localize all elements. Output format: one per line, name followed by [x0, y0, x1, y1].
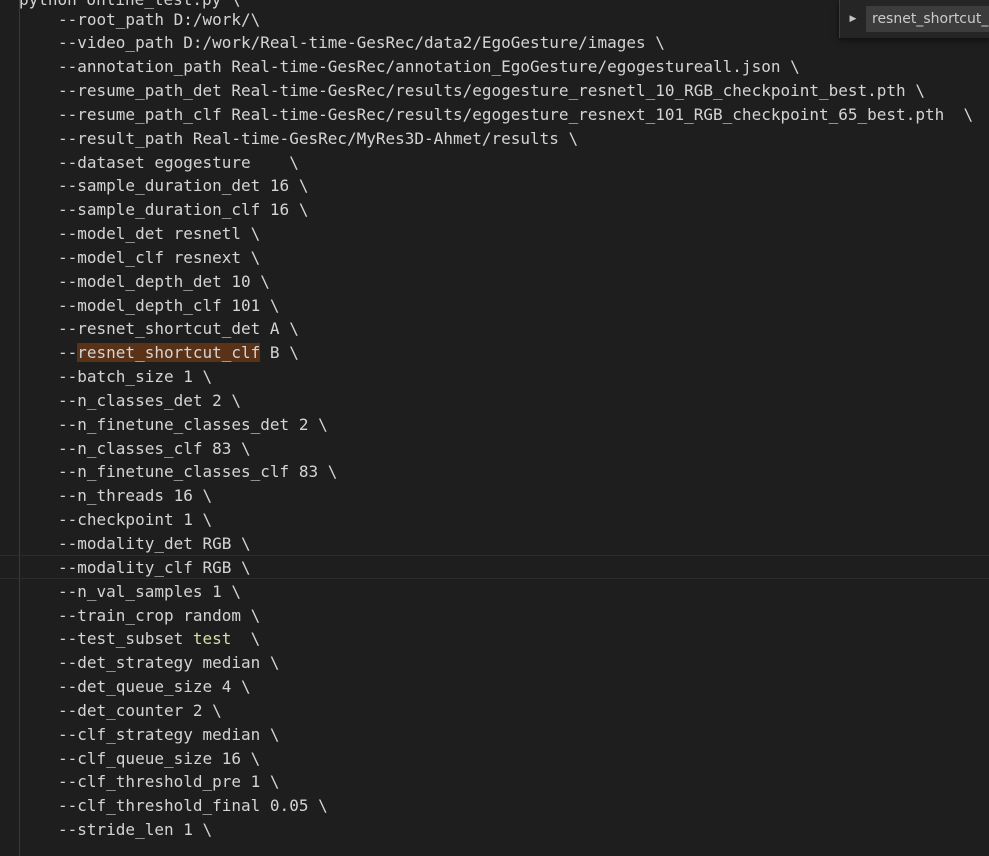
code-line[interactable]: --sample_duration_det 16 \: [0, 174, 989, 198]
code-line-text: --dataset egogesture \: [58, 152, 299, 172]
code-line-text: --det_queue_size 4 \: [58, 677, 251, 697]
code-line-text: --video_path D:/work/Real-time-GesRec/da…: [58, 33, 665, 53]
code-line[interactable]: --resume_path_det Real-time-GesRec/resul…: [0, 79, 989, 103]
code-line-text: --n_finetune_classes_clf 83 \: [58, 462, 338, 482]
code-line-text: --clf_strategy median \: [58, 724, 280, 744]
code-line[interactable]: --clf_strategy median \: [0, 723, 989, 747]
code-line-text: --resnet_shortcut_clf B \: [58, 343, 299, 363]
code-line[interactable]: --clf_threshold_final 0.05 \: [0, 794, 989, 818]
code-line-text: --modality_clf RGB \: [58, 557, 251, 577]
code-line[interactable]: --n_val_samples 1 \: [0, 580, 989, 604]
code-line-text: --det_counter 2 \: [58, 700, 222, 720]
code-line[interactable]: --n_classes_clf 83 \: [0, 437, 989, 461]
code-line-text: --batch_size 1 \: [58, 367, 213, 387]
keyword-token: test: [192, 629, 232, 649]
chevron-right-icon[interactable]: ▶: [842, 0, 864, 38]
code-line-text: --model_clf resnext \: [58, 247, 261, 267]
code-line-text: --clf_threshold_pre 1 \: [58, 772, 280, 792]
code-line-text: --result_path Real-time-GesRec/MyRes3D-A…: [58, 128, 579, 148]
code-line[interactable]: --clf_threshold_pre 1 \: [0, 770, 989, 794]
code-line[interactable]: --clf_queue_size 16 \: [0, 747, 989, 771]
code-line-text: --clf_queue_size 16 \: [58, 748, 261, 768]
code-line[interactable]: --n_finetune_classes_clf 83 \: [0, 460, 989, 484]
code-line[interactable]: --annotation_path Real-time-GesRec/annot…: [0, 55, 989, 79]
find-input[interactable]: [866, 6, 989, 32]
code-line[interactable]: --resnet_shortcut_det A \: [0, 317, 989, 341]
code-line-text: --n_val_samples 1 \: [58, 581, 242, 601]
code-line-text: --modality_det RGB \: [58, 533, 251, 553]
code-line[interactable]: --batch_size 1 \: [0, 365, 989, 389]
code-line-text: --resume_path_clf Real-time-GesRec/resul…: [58, 104, 974, 124]
code-line[interactable]: --checkpoint 1 \: [0, 508, 989, 532]
code-line-text: --sample_duration_clf 16 \: [58, 200, 309, 220]
code-line-text: --sample_duration_det 16 \: [58, 176, 309, 196]
find-widget: ▶: [839, 0, 989, 38]
code-line-text: --det_strategy median \: [58, 653, 280, 673]
code-line-text: --n_threads 16 \: [58, 486, 213, 506]
code-line-text: --model_det resnetl \: [58, 224, 261, 244]
code-line[interactable]: --model_clf resnext \: [0, 246, 989, 270]
code-editor[interactable]: python online_test.py \ --root_path D:/w…: [0, 0, 989, 856]
code-line[interactable]: --train_crop random \: [0, 604, 989, 628]
code-line-text: --model_depth_clf 101 \: [58, 295, 280, 315]
code-line-text: --clf_threshold_final 0.05 \: [58, 796, 328, 816]
code-line[interactable]: --det_strategy median \: [0, 651, 989, 675]
code-line-text: --resnet_shortcut_det A \: [58, 319, 299, 339]
code-line-text: --root_path D:/work/\: [58, 9, 261, 29]
code-line[interactable]: --dataset egogesture \: [0, 151, 989, 175]
code-line[interactable]: --model_depth_clf 101 \: [0, 294, 989, 318]
code-line-text: --annotation_path Real-time-GesRec/annot…: [58, 57, 800, 77]
code-line-text: --model_depth_det 10 \: [58, 271, 270, 291]
code-line[interactable]: --det_counter 2 \: [0, 699, 989, 723]
code-line[interactable]: --n_threads 16 \: [0, 484, 989, 508]
code-line[interactable]: --resnet_shortcut_clf B \: [0, 341, 989, 365]
code-line-text: --resume_path_det Real-time-GesRec/resul…: [58, 81, 925, 101]
code-line[interactable]: --n_classes_det 2 \: [0, 389, 989, 413]
code-line-text: --checkpoint 1 \: [58, 510, 213, 530]
code-line[interactable]: --stride_len 1 \: [0, 818, 989, 842]
code-line[interactable]: --result_path Real-time-GesRec/MyRes3D-A…: [0, 127, 989, 151]
code-line-text: --n_classes_det 2 \: [58, 390, 242, 410]
code-line[interactable]: --modality_det RGB \: [0, 532, 989, 556]
code-line-text: --n_finetune_classes_det 2 \: [58, 414, 328, 434]
code-line-text: --stride_len 1 \: [58, 820, 213, 840]
code-line[interactable]: --model_depth_det 10 \: [0, 270, 989, 294]
code-line[interactable]: --n_finetune_classes_det 2 \: [0, 413, 989, 437]
code-line[interactable]: --test_subset test \: [0, 627, 989, 651]
code-line-text: --n_classes_clf 83 \: [58, 438, 251, 458]
code-line[interactable]: --resume_path_clf Real-time-GesRec/resul…: [0, 103, 989, 127]
code-line[interactable]: --model_det resnetl \: [0, 222, 989, 246]
code-line-text: --train_crop random \: [58, 605, 261, 625]
code-line[interactable]: --sample_duration_clf 16 \: [0, 198, 989, 222]
code-line[interactable]: --modality_clf RGB \: [0, 556, 989, 580]
code-line[interactable]: --det_queue_size 4 \: [0, 675, 989, 699]
code-line-text: --test_subset test \: [58, 629, 261, 649]
search-match-highlight: resnet_shortcut_clf: [77, 343, 261, 363]
